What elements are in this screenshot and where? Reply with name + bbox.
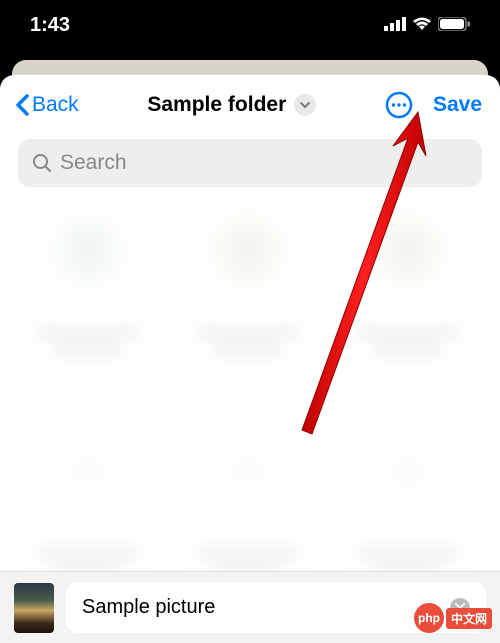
battery-icon xyxy=(438,14,470,37)
search-icon xyxy=(32,153,52,173)
watermark-logo: php xyxy=(414,603,444,633)
status-icons xyxy=(384,14,470,37)
chevron-left-icon xyxy=(14,94,30,116)
back-button[interactable]: Back xyxy=(14,93,79,117)
file-item[interactable] xyxy=(340,428,475,571)
back-label: Back xyxy=(32,93,79,117)
search-input[interactable]: Search xyxy=(18,139,482,187)
more-button[interactable] xyxy=(385,91,413,119)
file-item[interactable] xyxy=(20,428,155,571)
title-group[interactable]: Sample folder xyxy=(87,93,377,117)
file-item[interactable] xyxy=(20,208,155,378)
save-button[interactable]: Save xyxy=(433,93,482,117)
file-item[interactable] xyxy=(180,428,315,571)
file-thumbnail xyxy=(14,583,54,633)
status-bar: 1:43 xyxy=(0,0,500,50)
file-picker-sheet: Back Sample folder Save Search Sample pi… xyxy=(0,75,500,643)
nav-bar: Back Sample folder Save xyxy=(0,75,500,133)
filename-text: Sample picture xyxy=(82,596,215,619)
clock: 1:43 xyxy=(30,14,70,37)
watermark: php 中文网 xyxy=(414,603,492,633)
folder-contents[interactable] xyxy=(0,193,500,571)
search-placeholder: Search xyxy=(60,151,127,175)
ellipsis-circle-icon xyxy=(385,91,413,119)
file-item[interactable] xyxy=(340,208,475,378)
chevron-down-icon xyxy=(294,94,316,116)
wifi-icon xyxy=(412,14,432,37)
watermark-text: 中文网 xyxy=(446,608,492,629)
page-title: Sample folder xyxy=(147,93,286,117)
cellular-icon xyxy=(384,14,406,37)
file-item[interactable] xyxy=(180,208,315,378)
